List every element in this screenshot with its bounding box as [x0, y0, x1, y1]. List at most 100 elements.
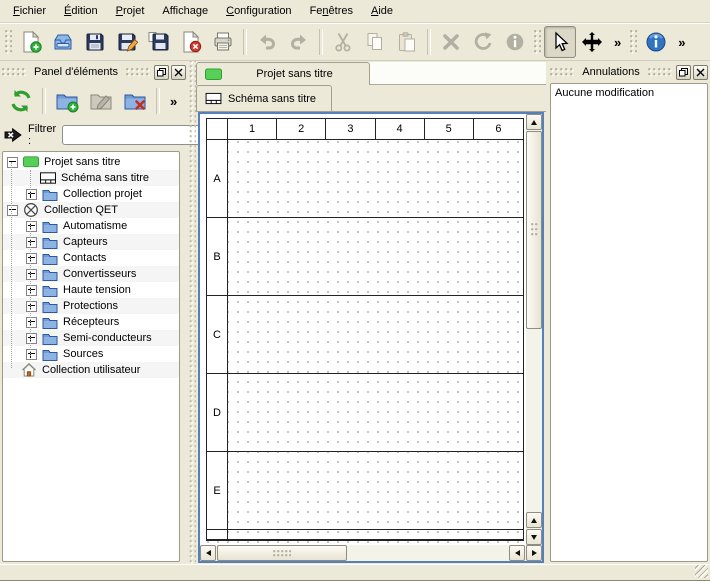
scroll-right-button[interactable]: [526, 545, 542, 561]
vertical-scrollbar[interactable]: [526, 114, 542, 545]
filter-row: Filtrer :: [0, 121, 188, 149]
grid-area-E4: [376, 452, 425, 530]
main-toolbar: »»: [0, 23, 710, 61]
save-button[interactable]: [79, 26, 111, 58]
elements-panel-float-button[interactable]: [154, 65, 169, 80]
menu-aide[interactable]: Aide: [362, 2, 402, 20]
tree-item-collection-qet[interactable]: Collection QET: [3, 202, 179, 218]
column-header-3: 3: [326, 119, 375, 140]
save-as-icon: [116, 31, 138, 53]
menu-edition[interactable]: Édition: [55, 2, 107, 20]
elements-panel-close-button[interactable]: [171, 65, 186, 80]
clear-filter-button[interactable]: [4, 125, 22, 145]
diagram-frame: 123456ABCDE: [206, 118, 524, 541]
expand-icon[interactable]: [26, 333, 37, 344]
save-as-button[interactable]: [111, 26, 143, 58]
tree-item-collection-utilisateur[interactable]: Collection utilisateur: [3, 362, 179, 378]
select-tool-button[interactable]: [544, 26, 576, 58]
grid-area-C3: [326, 296, 375, 374]
expand-icon[interactable]: [26, 317, 37, 328]
collapse-icon[interactable]: [7, 157, 18, 168]
undo-panel-float-button[interactable]: [676, 65, 691, 80]
delete-category-button[interactable]: [118, 84, 152, 118]
qelectrotech-window: { "menubar": { "items": [ {"label": "Fic…: [0, 0, 710, 581]
expand-icon[interactable]: [26, 349, 37, 360]
undo-list-item[interactable]: Aucune modification: [551, 84, 707, 101]
tree-item-label: Collection QET: [44, 204, 118, 216]
diagram-canvas[interactable]: 123456ABCDE: [200, 114, 526, 545]
tree-item-label: Capteurs: [63, 236, 108, 248]
save-all-icon: [148, 31, 170, 53]
dock-drag-texture[interactable]: [648, 68, 672, 76]
grid-area-A6: [474, 140, 523, 218]
collapse-icon[interactable]: [7, 205, 18, 216]
save-all-button[interactable]: [143, 26, 175, 58]
tab-schema-sans-titre[interactable]: Schéma sans titre: [196, 85, 332, 111]
folder-icon: [42, 186, 58, 202]
menu-configuration[interactable]: Configuration: [217, 2, 300, 20]
close-document-icon: [180, 31, 202, 53]
menu-projet[interactable]: Projet: [107, 2, 154, 20]
expand-icon[interactable]: [26, 269, 37, 280]
open-document-icon: [52, 31, 74, 53]
about-button[interactable]: [640, 26, 672, 58]
expand-icon[interactable]: [26, 189, 37, 200]
expand-icon[interactable]: [26, 285, 37, 296]
folder-icon: [42, 330, 58, 346]
help-overflow-button[interactable]: »: [672, 35, 691, 50]
grid-area-E6: [474, 452, 523, 530]
vertical-scroll-thumb[interactable]: [526, 131, 542, 329]
scroll-up-button[interactable]: [526, 114, 542, 130]
toolbar-handle[interactable]: [534, 30, 541, 54]
undo-panel-close-button[interactable]: [693, 65, 708, 80]
grid-area-partial: [474, 530, 523, 540]
grid-area-E5: [425, 452, 474, 530]
close-icon: [696, 68, 705, 77]
tree-item-projet-sans-titre[interactable]: Projet sans titre: [3, 154, 179, 170]
dock-drag-texture[interactable]: [126, 68, 150, 76]
scroll-left-button-2[interactable]: [509, 545, 525, 561]
row-header-A: A: [207, 140, 228, 218]
menu-fichier[interactable]: Fichier: [4, 2, 55, 20]
restore-icon: [157, 68, 166, 77]
tab-project-sans-titre[interactable]: Projet sans titre: [196, 62, 370, 85]
toolbar-handle[interactable]: [5, 30, 12, 54]
elements-panel-toolbar: »: [0, 81, 188, 121]
move-tool-button[interactable]: [576, 26, 608, 58]
new-category-button[interactable]: [50, 84, 84, 118]
dock-drag-texture[interactable]: [2, 68, 26, 76]
tools-overflow-button[interactable]: »: [608, 35, 627, 50]
expand-icon[interactable]: [26, 253, 37, 264]
project-icon: [23, 154, 39, 170]
tree-guide-line: [30, 218, 31, 356]
horizontal-scroll-thumb[interactable]: [217, 545, 347, 561]
reload-collections-button[interactable]: [4, 84, 38, 118]
save-icon: [84, 31, 106, 53]
resize-grip[interactable]: [695, 565, 708, 578]
grid-area-C4: [376, 296, 425, 374]
horizontal-scrollbar[interactable]: [200, 545, 542, 561]
scroll-up-button-2[interactable]: [526, 512, 542, 528]
new-project-button[interactable]: [15, 26, 47, 58]
cut-button: [327, 26, 359, 58]
expand-icon[interactable]: [26, 301, 37, 312]
toolbar-handle[interactable]: [630, 30, 637, 54]
open-project-button[interactable]: [47, 26, 79, 58]
panel-overflow-button[interactable]: »: [164, 94, 183, 109]
tree-item-label: Automatisme: [63, 220, 127, 232]
print-button[interactable]: [207, 26, 239, 58]
refresh-icon: [9, 89, 33, 113]
scroll-down-button[interactable]: [526, 529, 542, 545]
scroll-left-button[interactable]: [200, 545, 216, 561]
grid-area-C2: [277, 296, 326, 374]
project-icon: [205, 68, 222, 81]
panel-splitter[interactable]: [188, 61, 196, 564]
expand-icon[interactable]: [26, 221, 37, 232]
close-file-button[interactable]: [175, 26, 207, 58]
dock-drag-texture[interactable]: [550, 68, 574, 76]
menu-affichage[interactable]: Affichage: [153, 2, 217, 20]
grid-area-B1: [228, 218, 277, 296]
menu-fenetres[interactable]: Fenêtres: [301, 2, 362, 20]
qet-icon: [23, 202, 39, 218]
expand-icon[interactable]: [26, 237, 37, 248]
